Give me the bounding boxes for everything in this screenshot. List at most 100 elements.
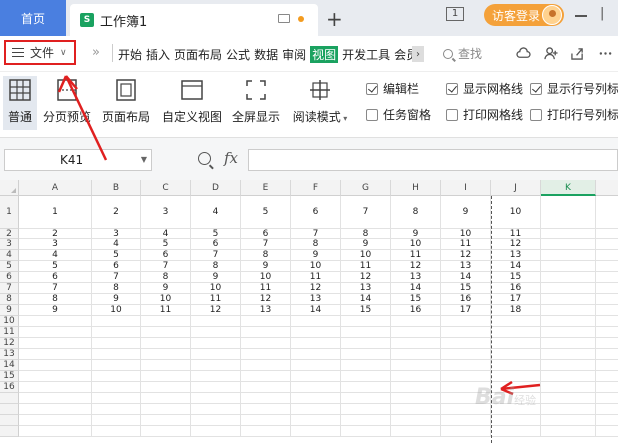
cell[interactable] [441, 371, 491, 382]
column-header-e[interactable]: E [241, 180, 291, 196]
zoom-icon[interactable] [198, 152, 211, 165]
cell[interactable]: 11 [141, 305, 191, 316]
column-header-g[interactable]: G [341, 180, 391, 196]
cell[interactable]: 10 [291, 261, 341, 272]
tabs-scroll-right-icon[interactable]: › [412, 46, 424, 62]
cell[interactable]: 9 [441, 196, 491, 229]
column-header-k[interactable]: K [541, 180, 596, 196]
cell[interactable]: 12 [341, 272, 391, 283]
cell[interactable]: 10 [491, 196, 541, 229]
row-header[interactable]: 7 [0, 283, 19, 294]
cell[interactable]: 17 [491, 294, 541, 305]
cell[interactable] [141, 360, 191, 371]
cell[interactable] [541, 294, 596, 305]
cell[interactable] [341, 338, 391, 349]
home-tab[interactable]: 首页 [0, 0, 66, 36]
cell[interactable] [491, 338, 541, 349]
cell[interactable]: 16 [391, 305, 441, 316]
cell[interactable] [191, 349, 241, 360]
cloud-sync-icon[interactable] [516, 47, 531, 60]
page-layout-button[interactable]: 页面布局 [100, 76, 152, 130]
cell[interactable] [92, 327, 141, 338]
cell[interactable]: 13 [491, 250, 541, 261]
tab-view[interactable]: 视图 [310, 45, 339, 63]
cell[interactable] [541, 382, 596, 393]
column-header-i[interactable]: I [441, 180, 491, 196]
row-header[interactable] [0, 426, 19, 437]
cell[interactable] [141, 393, 191, 404]
cell[interactable]: 8 [341, 229, 391, 239]
cell[interactable]: 2 [92, 196, 141, 229]
cell[interactable] [92, 426, 141, 437]
cell[interactable]: 9 [92, 294, 141, 305]
search-box[interactable]: 查找 [443, 45, 482, 62]
row-header[interactable]: 4 [0, 250, 19, 261]
cell[interactable]: 5 [141, 239, 191, 250]
cell[interactable] [541, 360, 596, 371]
cell[interactable] [391, 327, 441, 338]
cell[interactable]: 18 [491, 305, 541, 316]
row-header[interactable]: 6 [0, 272, 19, 283]
minimize-icon[interactable] [575, 15, 587, 17]
cell[interactable] [19, 327, 92, 338]
cell[interactable] [291, 404, 341, 415]
cell[interactable] [541, 229, 596, 239]
cell[interactable]: 8 [391, 196, 441, 229]
cell[interactable]: 6 [141, 250, 191, 261]
cell[interactable]: 10 [92, 305, 141, 316]
cell[interactable] [291, 415, 341, 426]
cell[interactable] [341, 404, 391, 415]
name-box[interactable]: K41 ▼ [4, 149, 152, 171]
cell[interactable] [596, 250, 618, 261]
cell[interactable] [241, 327, 291, 338]
cell[interactable] [596, 382, 618, 393]
cell[interactable]: 4 [191, 196, 241, 229]
row-header[interactable]: 3 [0, 239, 19, 250]
cell[interactable] [291, 382, 341, 393]
cell[interactable] [541, 272, 596, 283]
cell[interactable]: 12 [441, 250, 491, 261]
more-options-icon[interactable] [598, 47, 613, 60]
cell[interactable] [541, 327, 596, 338]
cell[interactable] [596, 426, 618, 437]
cell[interactable] [341, 316, 391, 327]
formula-bar-checkbox[interactable]: 编辑栏 [366, 80, 419, 97]
cell[interactable]: 4 [141, 229, 191, 239]
normal-view-button[interactable]: 普通 [3, 76, 37, 130]
cell[interactable]: 13 [241, 305, 291, 316]
cell[interactable]: 9 [291, 250, 341, 261]
cell[interactable]: 13 [391, 272, 441, 283]
cell[interactable] [541, 349, 596, 360]
cell[interactable] [291, 338, 341, 349]
cell[interactable] [441, 327, 491, 338]
cell[interactable] [596, 338, 618, 349]
cell[interactable] [596, 261, 618, 272]
cell[interactable] [291, 316, 341, 327]
cell[interactable] [241, 382, 291, 393]
cell[interactable]: 9 [141, 283, 191, 294]
cell[interactable] [596, 415, 618, 426]
cell[interactable] [541, 415, 596, 426]
export-icon[interactable] [570, 47, 585, 60]
cell[interactable]: 12 [491, 239, 541, 250]
row-header[interactable]: 2 [0, 229, 19, 239]
cell[interactable] [241, 349, 291, 360]
cell[interactable] [491, 327, 541, 338]
cell[interactable] [141, 327, 191, 338]
cell[interactable]: 15 [341, 305, 391, 316]
cell[interactable] [491, 371, 541, 382]
cell[interactable] [241, 371, 291, 382]
cell[interactable] [291, 327, 341, 338]
cell[interactable] [191, 426, 241, 437]
print-headings-checkbox[interactable]: 打印行号列标 [530, 106, 618, 123]
cell[interactable] [141, 426, 191, 437]
tab-formulas[interactable]: 公式 [226, 46, 250, 63]
cell[interactable]: 11 [241, 283, 291, 294]
tab-data[interactable]: 数据 [254, 46, 278, 63]
cell[interactable]: 8 [92, 283, 141, 294]
cell[interactable]: 3 [141, 196, 191, 229]
cell[interactable] [141, 316, 191, 327]
row-header[interactable]: 10 [0, 316, 19, 327]
reading-mode-button[interactable]: 阅读模式 ▾ [290, 76, 350, 130]
cell[interactable] [391, 393, 441, 404]
